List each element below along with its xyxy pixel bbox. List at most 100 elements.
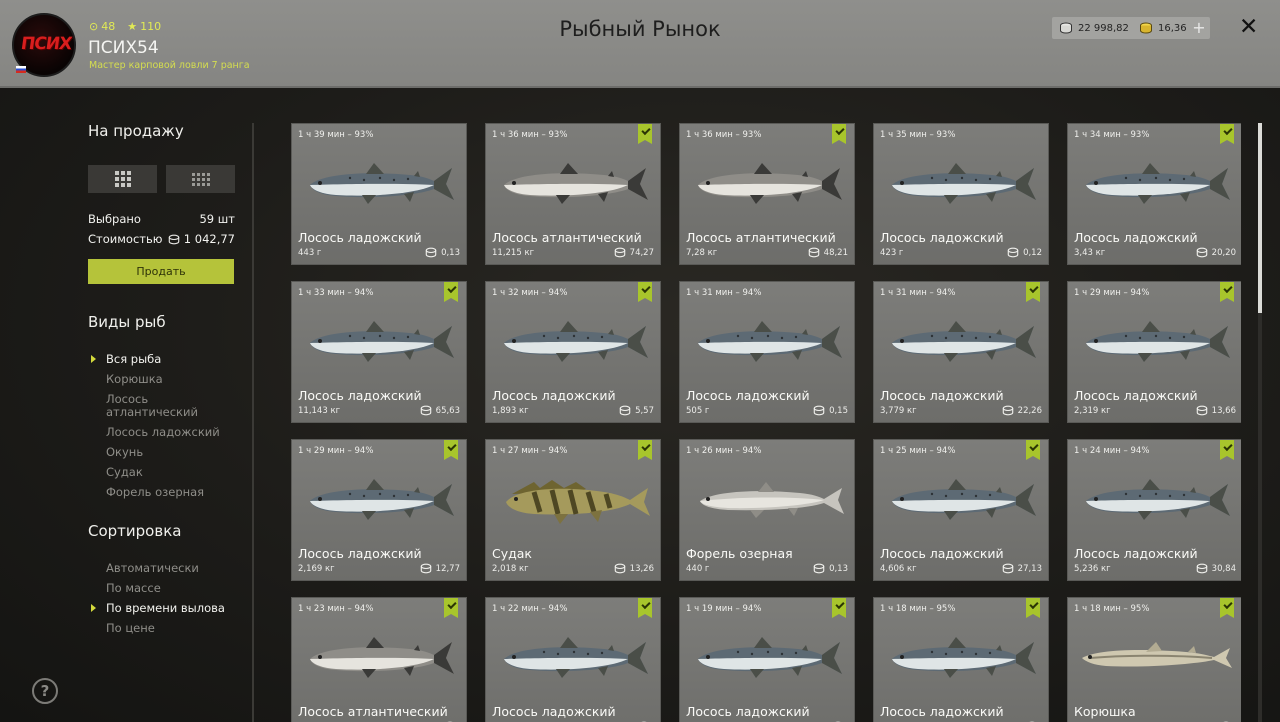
silver-coins-icon: [1060, 22, 1072, 34]
species-all[interactable]: Вся рыба: [106, 353, 161, 366]
selected-check-icon[interactable]: [444, 598, 458, 618]
fish-weight: 11,143 кг: [298, 406, 341, 416]
silver-coins-icon: [813, 563, 825, 574]
selected-check-icon[interactable]: [832, 124, 846, 144]
fish-name: Лосось ладожский: [298, 230, 422, 245]
sell-button[interactable]: Продать: [88, 259, 234, 284]
selected-check-icon[interactable]: [1026, 440, 1040, 460]
close-icon[interactable]: ✕: [1239, 14, 1258, 40]
silver-coins-icon: [1196, 247, 1207, 258]
salmon-ladoga-image: [300, 154, 460, 214]
fish-price: 0,12: [1007, 247, 1042, 258]
species-ladoga-salmon[interactable]: Лосось ладожский: [106, 426, 220, 439]
large-grid-view-button[interactable]: [88, 165, 157, 193]
selected-check-icon[interactable]: [444, 282, 458, 302]
salmon-atlantic-image: [494, 154, 654, 214]
fish-card-7[interactable]: 1 ч 32 мин – 94% Лосось ладожский 1,893 …: [485, 281, 661, 423]
price-value: 30,84: [1211, 563, 1236, 574]
selected-check-icon[interactable]: [638, 440, 652, 460]
username: ПСИХ54: [88, 38, 159, 58]
selected-check-icon[interactable]: [1220, 124, 1234, 144]
species-smelt[interactable]: Корюшка: [106, 373, 163, 386]
fish-name: Лосось атлантический: [686, 230, 836, 245]
sort-by-price[interactable]: По цене: [106, 622, 155, 635]
fish-card-15[interactable]: 1 ч 24 мин – 94% Лосось ладожский 5,236 …: [1067, 439, 1241, 581]
silver-coins-icon: [1196, 405, 1207, 416]
species-perch[interactable]: Окунь: [106, 446, 143, 459]
help-icon[interactable]: ?: [32, 678, 58, 704]
selected-check-icon[interactable]: [1220, 440, 1234, 460]
fish-card-10[interactable]: 1 ч 29 мин – 94% Лосось ладожский 2,319 …: [1067, 281, 1241, 423]
fish-price: 20,20: [1196, 247, 1236, 258]
fish-card-19[interactable]: 1 ч 18 мин – 95% Лосось ладожский: [873, 597, 1049, 722]
selected-label: Выбрано: [88, 212, 141, 226]
species-lake-trout[interactable]: Форель озерная: [106, 486, 204, 499]
gold-coins-icon: [1140, 22, 1152, 34]
fish-card-16[interactable]: 1 ч 23 мин – 94% Лосось атлантический: [291, 597, 467, 722]
fish-weight: 1,893 кг: [492, 406, 529, 416]
selected-check-icon[interactable]: [1220, 282, 1234, 302]
fish-card-14[interactable]: 1 ч 25 мин – 94% Лосось ладожский 4,606 …: [873, 439, 1049, 581]
fish-name: Судак: [492, 546, 532, 561]
salmon-ladoga-image: [882, 470, 1042, 530]
cost-value-wrap: 1 042,77: [168, 232, 235, 246]
fish-card-20[interactable]: 1 ч 18 мин – 95% Корюшка: [1067, 597, 1241, 722]
selected-check-icon[interactable]: [638, 124, 652, 144]
fish-card-4[interactable]: 1 ч 35 мин – 93% Лосось ладожский 423 г …: [873, 123, 1049, 265]
species-zander[interactable]: Судак: [106, 466, 143, 479]
fish-card-2[interactable]: 1 ч 36 мин – 93% Лосось атлантический 11…: [485, 123, 661, 265]
silver-coins-icon: [168, 234, 180, 244]
species-atlantic-salmon[interactable]: Лосось атлантический: [106, 393, 198, 419]
fish-card-3[interactable]: 1 ч 36 мин – 93% Лосось атлантический 7,…: [679, 123, 855, 265]
catch-time: 1 ч 22 мин – 94%: [492, 604, 568, 614]
sort-by-catch-time[interactable]: По времени вылова: [106, 602, 225, 615]
fish-card-5[interactable]: 1 ч 34 мин – 93% Лосось ладожский 3,43 к…: [1067, 123, 1241, 265]
selected-check-icon[interactable]: [832, 598, 846, 618]
fish-card-9[interactable]: 1 ч 31 мин – 94% Лосось ладожский 3,779 …: [873, 281, 1049, 423]
fish-card-1[interactable]: 1 ч 39 мин – 93% Лосось ладожский 443 г …: [291, 123, 467, 265]
selected-check-icon[interactable]: [1220, 598, 1234, 618]
catch-time: 1 ч 31 мин – 94%: [880, 288, 956, 298]
silver-coins-icon: [614, 247, 625, 258]
fish-weight: 2,018 кг: [492, 564, 529, 574]
catch-time: 1 ч 36 мин – 93%: [686, 130, 762, 140]
catch-time: 1 ч 18 мин – 95%: [1074, 604, 1150, 614]
selected-check-icon[interactable]: [638, 282, 652, 302]
sort-by-mass[interactable]: По массе: [106, 582, 161, 595]
fish-card-13[interactable]: 1 ч 26 мин – 94% Форель озерная 440 г 0,…: [679, 439, 855, 581]
price-value: 0,15: [829, 405, 848, 416]
selected-check-icon[interactable]: [444, 440, 458, 460]
selected-check-icon[interactable]: [1026, 282, 1040, 302]
salmon-atlantic-image: [688, 154, 848, 214]
fish-price: 0,15: [813, 405, 848, 416]
fish-card-11[interactable]: 1 ч 29 мин – 94% Лосось ладожский 2,169 …: [291, 439, 467, 581]
fish-card-12[interactable]: 1 ч 27 мин – 94% Судак 2,018 кг 13,26: [485, 439, 661, 581]
fish-card-8[interactable]: 1 ч 31 мин – 94% Лосось ладожский 505 г …: [679, 281, 855, 423]
fish-weight: 3,43 кг: [1074, 248, 1106, 258]
fish-card-17[interactable]: 1 ч 22 мин – 94% Лосось ладожский: [485, 597, 661, 722]
small-grid-view-button[interactable]: [166, 165, 235, 193]
fish-price: 65,63: [420, 405, 460, 416]
price-value: 74,27: [629, 247, 654, 258]
fish-weight: 7,28 кг: [686, 248, 718, 258]
price-value: 13,66: [1211, 405, 1236, 416]
cost-label: Стоимостью: [88, 232, 163, 246]
catch-time: 1 ч 39 мин – 93%: [298, 130, 374, 140]
salmon-ladoga-image: [494, 312, 654, 372]
selected-check-icon[interactable]: [638, 598, 652, 618]
selected-check-icon[interactable]: [1026, 598, 1040, 618]
fish-name: Лосось атлантический: [492, 230, 642, 245]
sort-auto[interactable]: Автоматически: [106, 562, 199, 575]
fish-card-6[interactable]: 1 ч 33 мин – 94% Лосось ладожский 11,143…: [291, 281, 467, 423]
price-value: 27,13: [1017, 563, 1042, 574]
fish-weight: 4,606 кг: [880, 564, 917, 574]
fish-weight: 440 г: [686, 564, 710, 574]
active-arrow-icon: [91, 355, 96, 363]
scrollbar-thumb[interactable]: [1258, 123, 1262, 313]
fish-price: 74,27: [614, 247, 654, 258]
price-value: 22,26: [1017, 405, 1042, 416]
fish-card-18[interactable]: 1 ч 19 мин – 94% Лосось ладожский: [679, 597, 855, 722]
fish-name: Форель озерная: [686, 546, 793, 561]
add-gold-button[interactable]: +: [1188, 17, 1210, 39]
catch-time: 1 ч 36 мин – 93%: [492, 130, 568, 140]
